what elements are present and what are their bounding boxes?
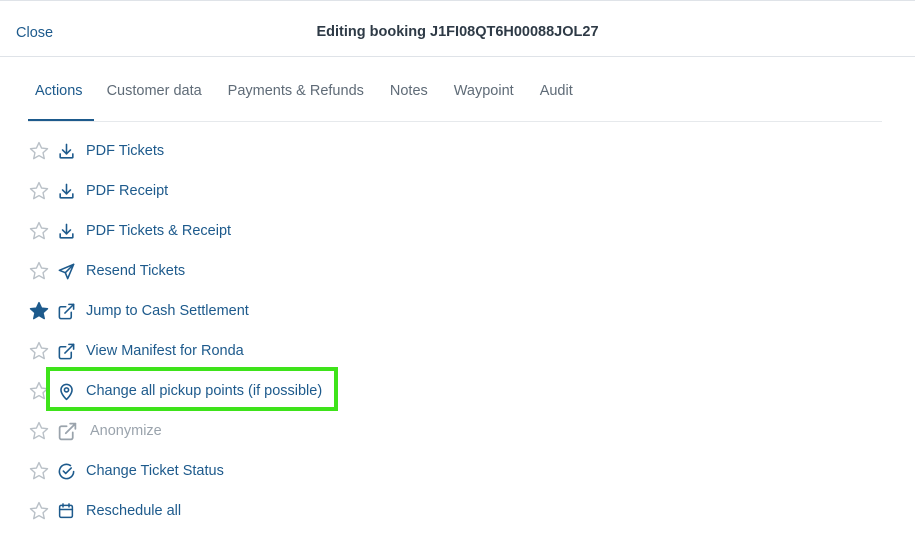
action-label[interactable]: Reschedule all [86,503,181,519]
action-row-view-manifest: View Manifest for Ronda [28,331,528,371]
action-row-change-ticket-status: Change Ticket Status [28,451,528,491]
action-label[interactable]: PDF Receipt [86,183,168,199]
tab-actions[interactable]: Actions [28,63,94,121]
action-row-pdf-tickets: PDF Tickets [28,131,528,171]
external-link-icon [56,341,76,361]
star-filled-icon[interactable] [28,300,50,322]
action-label[interactable]: Resend Tickets [86,263,185,279]
tab-customer-data[interactable]: Customer data [94,63,215,121]
download-icon [56,181,76,201]
external-link-icon [56,301,76,321]
action-label[interactable]: PDF Tickets [86,143,164,159]
calendar-icon [56,501,76,521]
send-icon [56,261,76,281]
tab-bar: Actions Customer data Payments & Refunds… [28,63,882,122]
tab-payments-refunds[interactable]: Payments & Refunds [215,63,377,121]
actions-list: PDF Tickets PDF Receipt PDF Tickets & Re… [28,131,528,531]
action-row-reschedule-all: Reschedule all [28,491,528,531]
map-pin-icon [56,381,76,401]
action-row-anonymize: Anonymize [28,411,528,451]
action-label[interactable]: PDF Tickets & Receipt [86,223,231,239]
tab-audit[interactable]: Audit [527,63,586,121]
star-outline-icon[interactable] [28,420,50,442]
external-link-icon [56,421,78,441]
star-outline-icon[interactable] [28,380,50,402]
star-outline-icon[interactable] [28,500,50,522]
action-label[interactable]: Jump to Cash Settlement [86,303,249,319]
action-row-change-pickup-points: Change all pickup points (if possible) [28,371,528,411]
star-outline-icon[interactable] [28,340,50,362]
tab-notes[interactable]: Notes [377,63,441,121]
action-row-pdf-receipt: PDF Receipt [28,171,528,211]
action-row-pdf-tickets-receipt: PDF Tickets & Receipt [28,211,528,251]
page-title: Editing booking J1FI08QT6H00088JOL27 [316,24,599,40]
action-label[interactable]: Change Ticket Status [86,463,224,479]
modal-header: Close Editing booking J1FI08QT6H00088JOL… [0,0,915,57]
action-row-jump-cash-settlement: Jump to Cash Settlement [28,291,528,331]
star-outline-icon[interactable] [28,460,50,482]
tab-waypoint[interactable]: Waypoint [441,63,527,121]
action-label[interactable]: View Manifest for Ronda [86,343,244,359]
download-icon [56,141,76,161]
star-outline-icon[interactable] [28,180,50,202]
check-circle-icon [56,461,76,481]
action-label[interactable]: Change all pickup points (if possible) [86,383,322,399]
star-outline-icon[interactable] [28,140,50,162]
star-outline-icon[interactable] [28,260,50,282]
star-outline-icon[interactable] [28,220,50,242]
download-icon [56,221,76,241]
action-label: Anonymize [90,423,162,439]
action-row-resend-tickets: Resend Tickets [28,251,528,291]
